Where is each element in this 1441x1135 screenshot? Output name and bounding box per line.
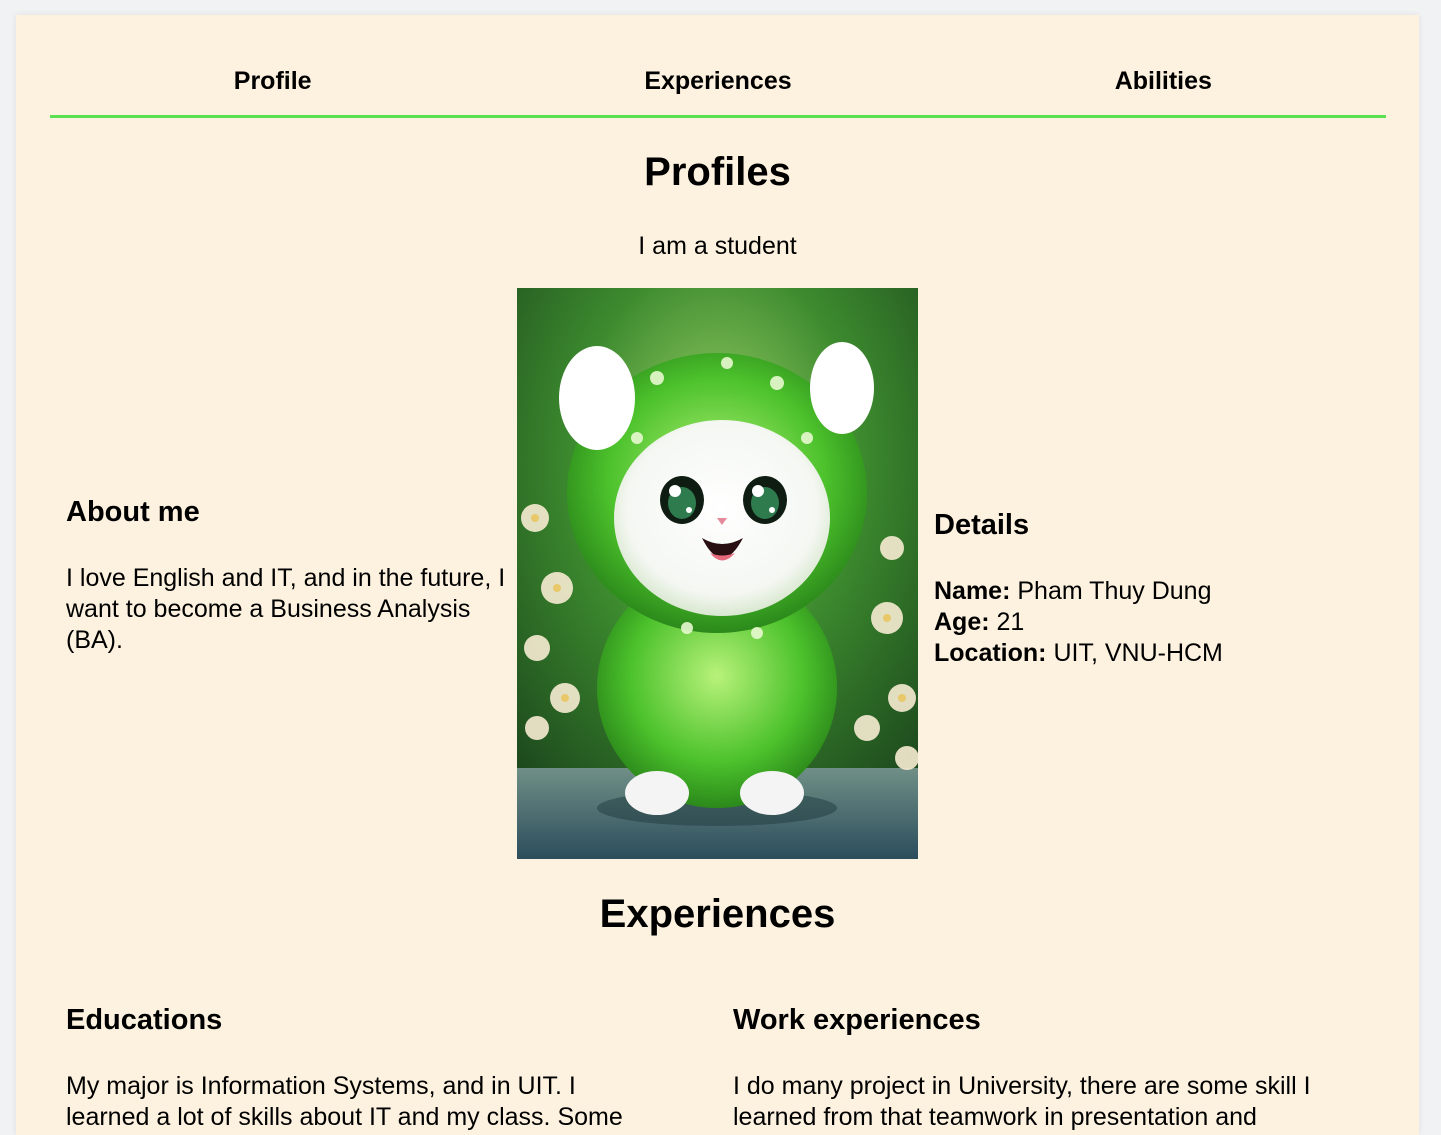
work-experiences-heading: Work experiences [733, 1004, 981, 1036]
educations-heading: Educations [66, 1004, 223, 1036]
details-section: Details Name: Pham Thuy Dung Age: 21 Loc… [934, 509, 1374, 669]
detail-name-value: Pham Thuy Dung [1017, 577, 1212, 605]
detail-age-value: 21 [996, 608, 1025, 636]
about-me-text: I love English and IT, and in the future… [66, 564, 506, 654]
profile-subtitle: I am a student [638, 232, 797, 260]
about-me-section: About me I love English and IT, and in t… [66, 496, 506, 656]
details-heading: Details [934, 509, 1030, 541]
profiles-title: Profiles [644, 150, 791, 194]
educations-section: Educations My major is Information Syste… [66, 1004, 646, 1133]
experiences-title: Experiences [599, 892, 836, 936]
work-experiences-text: I do many project in University, there a… [733, 1072, 1311, 1131]
detail-location-label: Location: [934, 639, 1047, 667]
top-nav: Profile Experiences Abilities [50, 15, 1386, 118]
about-me-heading: About me [66, 496, 200, 528]
nav-tab-abilities[interactable]: Abilities [941, 15, 1386, 115]
educations-text: My major is Information Systems, and in … [66, 1072, 623, 1131]
detail-name-label: Name: [934, 577, 1011, 605]
detail-age-label: Age: [934, 608, 990, 636]
detail-name: Name: Pham Thuy Dung [934, 576, 1374, 607]
detail-age: Age: 21 [934, 607, 1374, 638]
nav-tab-profile[interactable]: Profile [50, 15, 495, 115]
detail-location: Location: UIT, VNU-HCM [934, 638, 1374, 669]
nav-tab-experiences[interactable]: Experiences [495, 15, 940, 115]
profile-photo [517, 288, 918, 859]
page-card: Profile Experiences Abilities Profiles I… [16, 15, 1419, 1135]
work-experiences-section: Work experiences I do many project in Un… [733, 1004, 1373, 1133]
detail-location-value: UIT, VNU-HCM [1053, 639, 1223, 667]
kitten-illustration [517, 288, 918, 859]
